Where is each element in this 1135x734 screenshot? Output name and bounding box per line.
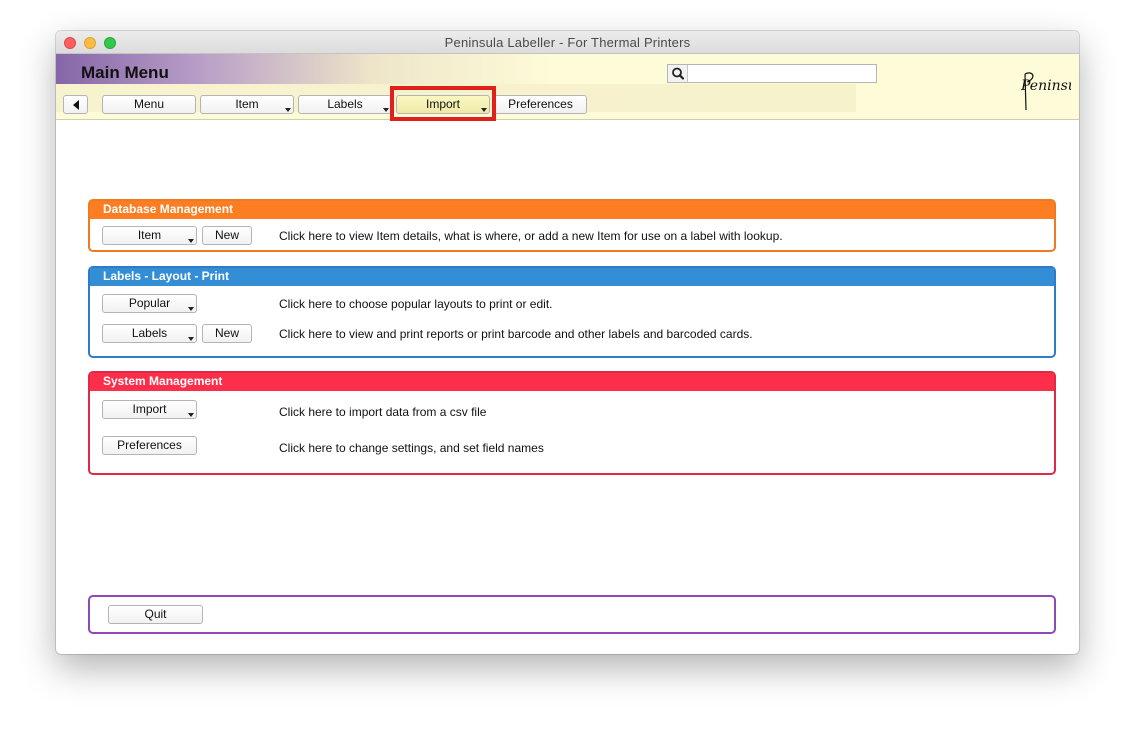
system-management-section: System Management Import Click here to i… bbox=[88, 371, 1056, 475]
preferences-description: Click here to change settings, and set f… bbox=[279, 441, 544, 455]
toolbar-item-label: Item bbox=[235, 97, 259, 111]
labels-button[interactable]: Labels bbox=[102, 324, 197, 343]
window-title: Peninsula Labeller - For Thermal Printer… bbox=[444, 35, 691, 50]
labels-description: Click here to view and print reports or … bbox=[279, 327, 753, 341]
popular-description: Click here to choose popular layouts to … bbox=[279, 297, 553, 311]
import-description: Click here to import data from a csv fil… bbox=[279, 405, 487, 419]
search-box bbox=[667, 64, 877, 83]
toolbar-menu-button[interactable]: Menu bbox=[102, 95, 196, 114]
dropdown-caret-icon bbox=[188, 337, 194, 341]
labels-layout-print-section: Labels - Layout - Print Popular Click he… bbox=[88, 266, 1056, 358]
search-icon[interactable] bbox=[668, 65, 688, 82]
toolbar-item-button[interactable]: Item bbox=[200, 95, 294, 114]
popular-label: Popular bbox=[128, 296, 171, 310]
title-bar[interactable]: Peninsula Labeller - For Thermal Printer… bbox=[56, 31, 1079, 54]
header-bar: Main Menu Peninsula Menu Ite bbox=[56, 54, 1079, 120]
dropdown-caret-icon bbox=[188, 239, 194, 243]
db-new-button[interactable]: New bbox=[202, 226, 252, 245]
toolbar-labels-label: Labels bbox=[327, 97, 363, 111]
section-title: Labels - Layout - Print bbox=[90, 268, 1054, 286]
labels-label: Labels bbox=[131, 326, 168, 340]
labels-new-button[interactable]: New bbox=[202, 324, 252, 343]
section-title: Database Management bbox=[90, 201, 1054, 219]
quit-button[interactable]: Quit bbox=[108, 605, 203, 624]
triangle-left-icon bbox=[72, 100, 79, 110]
dropdown-caret-icon bbox=[188, 307, 194, 311]
db-item-description: Click here to view Item details, what is… bbox=[279, 229, 783, 243]
search-input[interactable] bbox=[689, 65, 876, 82]
toolbar-labels-button[interactable]: Labels bbox=[298, 95, 392, 114]
system-preferences-button[interactable]: Preferences bbox=[102, 436, 197, 455]
section-title: System Management bbox=[90, 373, 1054, 391]
db-item-button[interactable]: Item bbox=[102, 226, 197, 245]
back-button[interactable] bbox=[63, 95, 88, 114]
peninsula-logo: Peninsula bbox=[1019, 60, 1079, 112]
toolbar-preferences-button[interactable]: Preferences bbox=[494, 95, 587, 114]
system-import-button[interactable]: Import bbox=[102, 400, 197, 419]
dropdown-caret-icon bbox=[188, 413, 194, 417]
db-item-label: Item bbox=[137, 228, 162, 242]
database-management-section: Database Management Item New Click here … bbox=[88, 199, 1056, 252]
highlight-outline bbox=[390, 86, 496, 121]
popular-button[interactable]: Popular bbox=[102, 294, 197, 313]
dropdown-caret-icon bbox=[383, 108, 389, 112]
page-title: Main Menu bbox=[81, 63, 169, 82]
dropdown-caret-icon bbox=[285, 108, 291, 112]
quit-section: Quit bbox=[88, 595, 1056, 634]
app-window: Peninsula Labeller - For Thermal Printer… bbox=[56, 31, 1079, 654]
system-import-label: Import bbox=[132, 402, 167, 416]
svg-text:Peninsula: Peninsula bbox=[1020, 78, 1071, 94]
